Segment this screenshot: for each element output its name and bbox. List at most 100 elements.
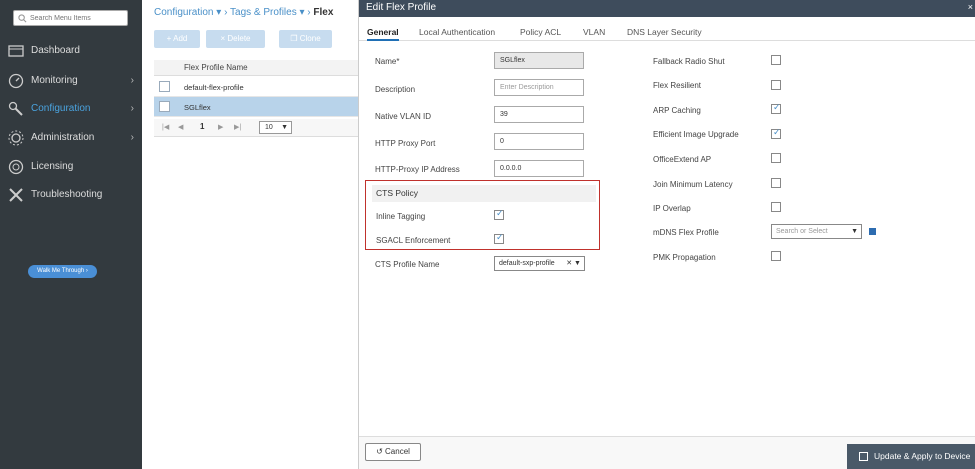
modal-header: Edit Flex Profile × bbox=[359, 0, 975, 17]
prev-page-icon[interactable]: ◀ bbox=[178, 123, 183, 131]
next-page-icon[interactable]: ▶ bbox=[218, 123, 223, 131]
officeextend-ap-label: OfficeExtend AP bbox=[653, 155, 712, 164]
cts-policy-section: CTS Policy Inline Tagging SGACL Enforcem… bbox=[365, 180, 600, 250]
caret-down-icon: ▼ bbox=[281, 124, 288, 131]
fallback-radio-shut-checkbox[interactable] bbox=[771, 55, 781, 65]
delete-button[interactable]: × Delete bbox=[206, 30, 265, 48]
update-apply-label: Update & Apply to Device bbox=[874, 451, 971, 461]
dashboard-icon bbox=[8, 45, 24, 57]
description-field[interactable]: Enter Description bbox=[494, 79, 584, 96]
mdns-flex-profile-select[interactable]: Search or Select ▼ bbox=[771, 224, 862, 239]
table-header: Flex Profile Name bbox=[154, 60, 358, 76]
flex-resilient-checkbox[interactable] bbox=[771, 80, 781, 90]
tab-policy-acl[interactable]: Policy ACL bbox=[520, 27, 561, 37]
copy-icon: ❐ bbox=[290, 34, 298, 43]
chevron-right-icon: › bbox=[130, 132, 134, 143]
table-row[interactable]: default-flex-profile bbox=[154, 77, 358, 97]
arp-caching-checkbox[interactable] bbox=[771, 103, 781, 114]
row-checkbox[interactable] bbox=[159, 101, 170, 112]
http-proxy-port-field[interactable]: 0 bbox=[494, 133, 584, 150]
sidebar-item-licensing[interactable]: Licensing bbox=[0, 154, 142, 180]
sidebar-item-monitoring[interactable]: Monitoring › bbox=[0, 68, 142, 94]
close-icon[interactable]: × bbox=[968, 2, 973, 12]
walk-me-through-button[interactable]: Walk Me Through › bbox=[28, 265, 97, 278]
edit-icon[interactable] bbox=[869, 228, 876, 235]
search-icon bbox=[18, 14, 27, 23]
modal-title: Edit Flex Profile bbox=[366, 2, 437, 13]
name-label: Name* bbox=[375, 57, 400, 66]
clone-button[interactable]: ❐ Clone bbox=[279, 30, 332, 48]
http-proxy-ip-field[interactable]: 0.0.0.0 bbox=[494, 160, 584, 177]
current-page: 1 bbox=[200, 122, 205, 131]
officeextend-ap-checkbox[interactable] bbox=[771, 153, 781, 163]
sidebar-item-dashboard[interactable]: Dashboard bbox=[0, 38, 142, 64]
sgacl-enforcement-label: SGACL Enforcement bbox=[376, 236, 451, 245]
cancel-label: Cancel bbox=[385, 447, 410, 456]
troubleshooting-icon bbox=[9, 188, 23, 202]
tab-vlan[interactable]: VLAN bbox=[583, 27, 605, 37]
cts-profile-value: default-sxp-profile bbox=[499, 260, 555, 267]
caret-down-icon: ✕ ▼ bbox=[566, 260, 581, 267]
cts-policy-title: CTS Policy bbox=[372, 185, 596, 202]
sidebar-item-troubleshooting[interactable]: Troubleshooting bbox=[0, 182, 142, 208]
ip-overlap-label: IP Overlap bbox=[653, 204, 691, 213]
last-page-icon[interactable]: ▶| bbox=[234, 123, 241, 131]
pmk-propagation-label: PMK Propagation bbox=[653, 253, 716, 262]
licensing-icon bbox=[8, 159, 24, 175]
sidebar-item-label: Dashboard bbox=[31, 45, 80, 56]
first-page-icon[interactable]: |◀ bbox=[162, 123, 169, 131]
name-field: SGLflex bbox=[494, 52, 584, 69]
monitoring-icon bbox=[8, 73, 24, 89]
native-vlan-field[interactable]: 39 bbox=[494, 106, 584, 123]
page-size-select[interactable]: 10 ▼ bbox=[259, 121, 292, 134]
chevron-down-icon: ▾ bbox=[299, 7, 305, 18]
tab-local-authentication[interactable]: Local Authentication bbox=[419, 27, 495, 37]
search-box[interactable] bbox=[13, 10, 128, 26]
breadcrumb-tags-profiles[interactable]: Tags & Profiles bbox=[230, 7, 297, 18]
row-name[interactable]: default-flex-profile bbox=[184, 83, 244, 92]
flex-profile-list-panel: Configuration ▾ › Tags & Profiles ▾ › Fl… bbox=[142, 0, 358, 469]
description-label: Description bbox=[375, 85, 416, 94]
ip-overlap-checkbox[interactable] bbox=[771, 202, 781, 212]
add-button[interactable]: + Add bbox=[154, 30, 200, 48]
breadcrumb-configuration[interactable]: Configuration bbox=[154, 7, 213, 18]
join-minimum-latency-checkbox[interactable] bbox=[771, 178, 781, 188]
chevron-right-icon: › bbox=[130, 75, 134, 86]
search-input[interactable] bbox=[30, 12, 125, 24]
breadcrumb: Configuration ▾ › Tags & Profiles ▾ › Fl… bbox=[154, 7, 334, 18]
inline-tagging-checkbox[interactable] bbox=[494, 209, 504, 220]
caret-down-icon: ▼ bbox=[851, 228, 858, 235]
page-size-value: 10 bbox=[265, 124, 273, 131]
join-minimum-latency-label: Join Minimum Latency bbox=[653, 180, 733, 189]
row-name[interactable]: SGLflex bbox=[184, 103, 211, 112]
pagination: |◀ ◀ 1 ▶ ▶| 10 ▼ bbox=[154, 119, 358, 137]
save-icon bbox=[859, 452, 868, 461]
table-row[interactable]: SGLflex bbox=[154, 97, 358, 117]
update-apply-button[interactable]: Update & Apply to Device bbox=[847, 444, 975, 469]
sidebar: Dashboard Monitoring › Configuration › A… bbox=[0, 0, 142, 469]
inline-tagging-label: Inline Tagging bbox=[376, 212, 426, 221]
sidebar-item-configuration[interactable]: Configuration › bbox=[0, 96, 142, 122]
configuration-icon bbox=[8, 101, 23, 116]
tab-dns-layer-security[interactable]: DNS Layer Security bbox=[627, 27, 702, 37]
arp-caching-label: ARP Caching bbox=[653, 106, 701, 115]
sidebar-item-label: Troubleshooting bbox=[31, 189, 103, 200]
sidebar-item-label: Monitoring bbox=[31, 75, 78, 86]
efficient-image-upgrade-checkbox[interactable] bbox=[771, 128, 781, 139]
mdns-placeholder: Search or Select bbox=[776, 228, 828, 235]
row-checkbox[interactable] bbox=[159, 81, 170, 92]
sgacl-enforcement-checkbox[interactable] bbox=[494, 233, 504, 244]
tab-general[interactable]: General bbox=[367, 27, 399, 37]
cts-profile-select[interactable]: default-sxp-profile ✕ ▼ bbox=[494, 256, 585, 271]
efficient-image-upgrade-label: Efficient Image Upgrade bbox=[653, 130, 739, 139]
cancel-button[interactable]: ↺ Cancel bbox=[365, 443, 421, 461]
flex-resilient-label: Flex Resilient bbox=[653, 81, 702, 90]
cts-profile-name-label: CTS Profile Name bbox=[375, 260, 440, 269]
sidebar-item-label: Administration bbox=[31, 132, 95, 143]
column-header-flex-profile-name[interactable]: Flex Profile Name bbox=[184, 63, 248, 72]
active-tab-indicator bbox=[367, 39, 399, 41]
sidebar-item-administration[interactable]: Administration › bbox=[0, 125, 142, 151]
chevron-right-icon: › bbox=[130, 103, 134, 114]
sidebar-item-label: Licensing bbox=[31, 161, 74, 172]
pmk-propagation-checkbox[interactable] bbox=[771, 251, 781, 261]
